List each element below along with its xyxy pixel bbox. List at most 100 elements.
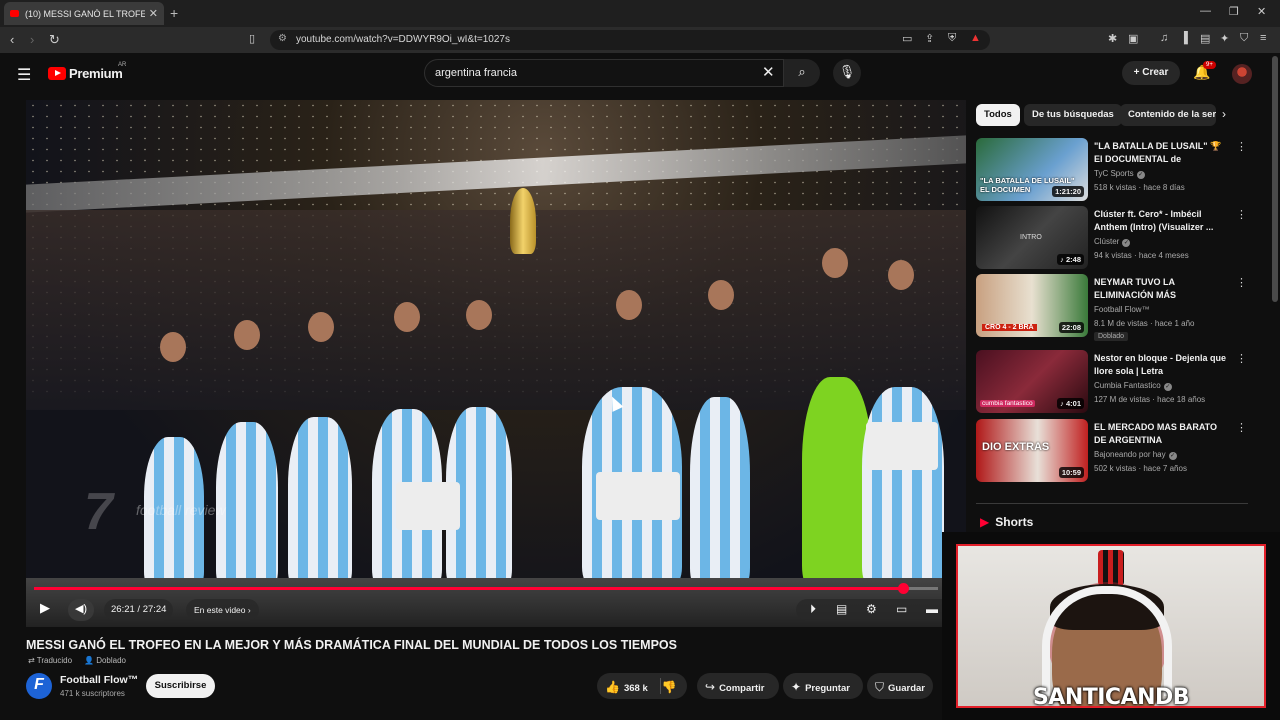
recommendation-title[interactable]: "LA BATALLA DE LUSAIL" 🏆 El DOCUMENTAL d… bbox=[1094, 140, 1230, 166]
chapter-button[interactable]: En este video › bbox=[186, 599, 259, 621]
video-duration: 22:08 bbox=[1058, 322, 1084, 333]
theater-mode-icon[interactable]: ▬ bbox=[926, 602, 938, 616]
chip-series-content[interactable]: Contenido de la ser bbox=[1120, 104, 1216, 126]
bookmark-icon[interactable]: ▯ bbox=[249, 32, 255, 45]
time-display: 26:21 / 27:24 bbox=[104, 599, 174, 621]
subtitles-icon[interactable]: ▤ bbox=[836, 602, 847, 616]
player-head bbox=[888, 260, 914, 290]
screenshot-icon[interactable]: ▣ bbox=[1128, 32, 1138, 45]
more-options-icon[interactable]: ⋮ bbox=[1236, 421, 1247, 434]
voice-search-button[interactable]: 🎙 bbox=[833, 59, 861, 87]
reload-icon[interactable]: ↻ bbox=[49, 32, 60, 48]
chevron-right-icon[interactable]: › bbox=[1222, 107, 1226, 121]
player-head bbox=[616, 290, 642, 320]
subscriber-count: 471 k suscriptores bbox=[60, 689, 125, 698]
miniplayer-icon[interactable]: ▭ bbox=[896, 602, 907, 616]
browser-menu-icon[interactable]: ≡ bbox=[1260, 32, 1266, 44]
close-window-icon[interactable]: ✕ bbox=[1257, 5, 1266, 18]
recommendation-item[interactable]: "LA BATALLA DE LUSAIL" EL DOCUMEN 1:21:2… bbox=[976, 138, 1248, 202]
sidebar-icon[interactable]: ▐ bbox=[1180, 32, 1188, 44]
back-icon[interactable]: ‹ bbox=[10, 32, 14, 47]
watermark-text: football review bbox=[136, 502, 226, 518]
page-scrollbar[interactable] bbox=[1272, 56, 1278, 302]
dubbed-badge: Doblado bbox=[1094, 332, 1129, 341]
subscribe-button[interactable]: Suscribirse bbox=[146, 674, 215, 698]
url-field[interactable]: ⚙ youtube.com/watch?v=DDWYR9Oi_wI&t=1027… bbox=[270, 30, 990, 50]
more-options-icon[interactable]: ⋮ bbox=[1236, 276, 1247, 289]
video-thumbnail[interactable]: cumbia fantastico ♪ 4:01 bbox=[976, 350, 1088, 413]
thumbnail-text: CRO 4 - 2 BRA bbox=[982, 324, 1037, 331]
recommendation-title[interactable]: Nestor en bloque - Dejenla que llore sol… bbox=[1094, 352, 1230, 378]
forward-icon[interactable]: › bbox=[30, 32, 34, 47]
player-figure bbox=[862, 387, 944, 587]
recommendation-title[interactable]: Clúster ft. Cero* - Imbécil Anthem (Intr… bbox=[1094, 208, 1230, 234]
video-progress-bar[interactable] bbox=[34, 583, 938, 594]
jersey-poster bbox=[1098, 550, 1124, 586]
player-head bbox=[394, 302, 420, 332]
shield-icon[interactable]: ⛨ bbox=[948, 32, 956, 45]
video-thumbnail[interactable]: DIO EXTRAS 10:59 bbox=[976, 419, 1088, 482]
more-options-icon[interactable]: ⋮ bbox=[1236, 208, 1247, 221]
channel-name[interactable]: Football Flow™ bbox=[60, 674, 138, 686]
chip-all[interactable]: Todos bbox=[976, 104, 1020, 126]
youtube-favicon-icon bbox=[10, 10, 19, 17]
play-icon[interactable]: ▶ bbox=[40, 600, 50, 616]
video-thumbnail[interactable]: CRO 4 - 2 BRA 22:08 bbox=[976, 274, 1088, 337]
cast-icon[interactable]: ▭ bbox=[902, 32, 912, 45]
recommendation-channel: Football Flow™ bbox=[1094, 305, 1150, 314]
recommendation-title[interactable]: NEYMAR TUVO LA ELIMINACIÓN MÁS DOLOROS..… bbox=[1094, 276, 1230, 302]
site-info-icon[interactable]: ⚙ bbox=[278, 33, 287, 44]
create-button[interactable]: + Crear bbox=[1122, 61, 1180, 85]
music-icon[interactable]: ♫ bbox=[1160, 32, 1168, 44]
account-avatar[interactable] bbox=[1232, 64, 1252, 84]
settings-gear-icon[interactable]: ⚙ bbox=[866, 602, 877, 616]
recommendation-channel: TyC Sports ✓ bbox=[1094, 169, 1145, 179]
autoplay-toggle-icon[interactable]: ⏵ bbox=[810, 602, 816, 617]
like-button[interactable]: 👍 368 k 👎 bbox=[597, 673, 687, 699]
chip-from-your-searches[interactable]: De tus búsquedas bbox=[1024, 104, 1122, 126]
notifications-badge: 9+ bbox=[1203, 61, 1216, 69]
more-options-icon[interactable]: ⋮ bbox=[1236, 140, 1247, 153]
clear-search-icon[interactable]: ✕ bbox=[762, 63, 775, 81]
player-head bbox=[160, 332, 186, 362]
search-button[interactable]: ⌕ bbox=[784, 59, 820, 87]
close-tab-icon[interactable]: ✕ bbox=[149, 7, 158, 20]
more-options-icon[interactable]: ⋮ bbox=[1236, 352, 1247, 365]
dubbed-label: Doblado bbox=[96, 656, 126, 665]
minimize-icon[interactable]: — bbox=[1200, 5, 1211, 17]
hamburger-menu-icon[interactable]: ☰ bbox=[17, 65, 31, 85]
volume-icon[interactable]: ◀) bbox=[68, 599, 94, 621]
video-thumbnail[interactable]: INTRO ♪ 2:48 bbox=[976, 206, 1088, 269]
video-thumbnail[interactable]: "LA BATALLA DE LUSAIL" EL DOCUMEN 1:21:2… bbox=[976, 138, 1088, 201]
youtube-premium-logo[interactable]: Premium AR bbox=[48, 62, 126, 81]
share-page-icon[interactable]: ⇪ bbox=[925, 32, 934, 45]
search-input[interactable]: argentina francia bbox=[424, 59, 784, 87]
wallet-icon[interactable]: ▤ bbox=[1200, 32, 1210, 45]
video-player[interactable]: 7 football review ▶ ◀) 26:21 / 27:24 En … bbox=[26, 100, 966, 627]
save-button[interactable]: ⛉ Guardar bbox=[867, 673, 933, 699]
restore-icon[interactable]: ❐ bbox=[1229, 5, 1239, 18]
rewards-icon[interactable]: ▲ bbox=[970, 32, 981, 44]
create-label: Crear bbox=[1142, 67, 1169, 78]
new-tab-icon[interactable]: + bbox=[170, 5, 178, 21]
browser-tab[interactable]: (10) MESSI GANÓ EL TROFEO EN LA MEJOR ✕ bbox=[4, 2, 164, 25]
tab-title: (10) MESSI GANÓ EL TROFEO EN LA MEJOR bbox=[25, 8, 145, 19]
youtube-logo-icon bbox=[48, 67, 66, 80]
recommendation-item[interactable]: INTRO ♪ 2:48 Clúster ft. Cero* - Imbécil… bbox=[976, 206, 1248, 270]
share-button[interactable]: ↪ Compartir bbox=[697, 673, 779, 699]
search-icon: ⌕ bbox=[798, 64, 806, 79]
extensions-icon[interactable]: ✱ bbox=[1108, 32, 1117, 45]
ai-icon[interactable]: ✦ bbox=[1220, 32, 1229, 45]
recommendation-item[interactable]: DIO EXTRAS 10:59 EL MERCADO MAS BARATO D… bbox=[976, 419, 1248, 483]
player-figure bbox=[288, 417, 352, 587]
vpn-icon[interactable]: ⛉ bbox=[1240, 32, 1248, 45]
bookmark-icon: ⛉ bbox=[875, 680, 885, 694]
recommendation-item[interactable]: CRO 4 - 2 BRA 22:08 NEYMAR TUVO LA ELIMI… bbox=[976, 274, 1248, 341]
channel-avatar[interactable]: F bbox=[26, 673, 52, 699]
recommendation-title[interactable]: EL MERCADO MAS BARATO DE ARGENTINA bbox=[1094, 421, 1230, 447]
thumbs-down-icon[interactable]: 👎 bbox=[662, 680, 677, 694]
video-duration: 10:59 bbox=[1058, 467, 1084, 478]
channel-label: Clúster bbox=[1094, 237, 1120, 246]
recommendation-item[interactable]: cumbia fantastico ♪ 4:01 Nestor en bloqu… bbox=[976, 350, 1248, 414]
ask-button[interactable]: ✦ Preguntar bbox=[783, 673, 863, 699]
